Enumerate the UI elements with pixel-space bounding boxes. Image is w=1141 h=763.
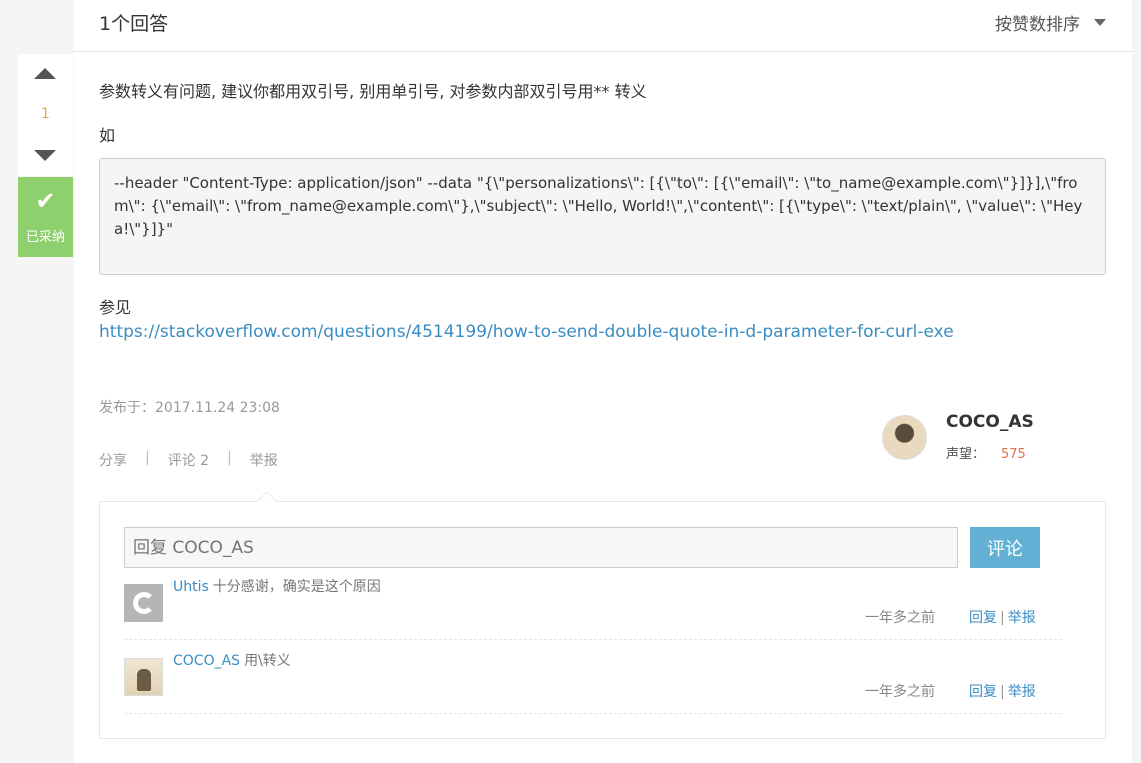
avatar[interactable] <box>124 658 163 696</box>
reputation: 声望： 575 <box>946 443 1026 462</box>
comment-report-link[interactable]: 举报 <box>1008 610 1036 626</box>
comment-toggle-link[interactable]: 评论 2 <box>168 450 209 470</box>
check-icon: ✔ <box>35 187 56 215</box>
reputation-value: 575 <box>1001 447 1026 462</box>
sort-label: 按赞数排序 <box>995 15 1080 35</box>
comment-time: 一年多之前 <box>865 684 935 700</box>
sort-dropdown[interactable]: 按赞数排序 <box>995 10 1106 35</box>
reputation-label: 声望： <box>946 447 986 462</box>
comment-reply-link[interactable]: 回复 <box>969 684 997 700</box>
report-link[interactable]: 举报 <box>250 450 278 470</box>
person-icon <box>137 669 151 691</box>
action-separator: | <box>145 450 150 466</box>
avatar[interactable] <box>882 415 927 460</box>
comment-report-link[interactable]: 举报 <box>1008 684 1036 700</box>
answer-panel: 1个回答 按赞数排序 参数转义有问题, 建议你都用双引号, 别用单引号, 对参数… <box>74 0 1132 763</box>
answer-text: 参数转义有问题, 建议你都用双引号, 别用单引号, 对参数内部双引号用** 转义 <box>99 82 647 101</box>
comment-text: Uhtis 十分感谢，确实是这个原因 <box>173 576 381 596</box>
upvote-arrow-icon[interactable] <box>34 68 56 79</box>
comment-user[interactable]: COCO_AS <box>173 653 240 669</box>
chevron-down-icon <box>1094 19 1106 26</box>
answer-count: 1个回答 <box>99 13 169 35</box>
see-also-label: 参见 <box>99 298 132 317</box>
reference-link[interactable]: https://stackoverflow.com/questions/4514… <box>99 322 954 342</box>
code-block: --header "Content-Type: application/json… <box>99 158 1106 275</box>
comment-submit-button[interactable]: 评论 <box>970 527 1040 568</box>
comment-section: 评论 Uhtis十分感谢，确实是这个原因 一年多之前 回复|举报 COCO_AS… <box>99 491 1106 739</box>
action-separator: | <box>1000 684 1005 700</box>
answer-example-label: 如 <box>99 126 116 145</box>
comment-item: COCO_AS 用\转义 一年多之前 回复 | 举报 <box>124 648 1062 714</box>
vote-count: 1 <box>41 106 50 122</box>
downvote-arrow-icon[interactable] <box>34 150 56 161</box>
action-separator: | <box>1000 610 1005 626</box>
comment-actions: 回复 | 举报 <box>969 607 1036 627</box>
comment-body: 十分感谢，确实是这个原因 <box>212 579 381 595</box>
accepted-badge: ✔ 已采纳 <box>18 177 73 257</box>
vote-panel: 1 <box>18 54 73 176</box>
comment-text: COCO_AS 用\转义 <box>173 650 291 670</box>
reply-input[interactable] <box>124 527 958 568</box>
accepted-label: 已采纳 <box>25 230 65 245</box>
share-link[interactable]: 分享 <box>99 450 127 470</box>
comment-item: Uhtis 十分感谢，确实是这个原因 一年多之前 回复 | 举报 <box>124 574 1062 640</box>
answer-actions: 分享 | 评论 2 | 举报 <box>99 450 278 470</box>
author-name[interactable]: COCO_AS <box>946 412 1034 432</box>
answers-header: 1个回答 按赞数排序 <box>74 0 1132 52</box>
publish-time: 发布于：2017.11.24 23:08 <box>99 400 280 416</box>
comment-actions: 回复 | 举报 <box>969 681 1036 701</box>
comment-body: 用\转义 <box>244 653 291 669</box>
comment-reply-link[interactable]: 回复 <box>969 610 997 626</box>
letter-c-icon <box>133 592 155 614</box>
action-separator: | <box>227 450 232 466</box>
comment-pointer <box>257 491 277 511</box>
comment-user[interactable]: Uhtis <box>173 579 209 595</box>
avatar[interactable] <box>124 584 163 622</box>
comment-time: 一年多之前 <box>865 610 935 626</box>
